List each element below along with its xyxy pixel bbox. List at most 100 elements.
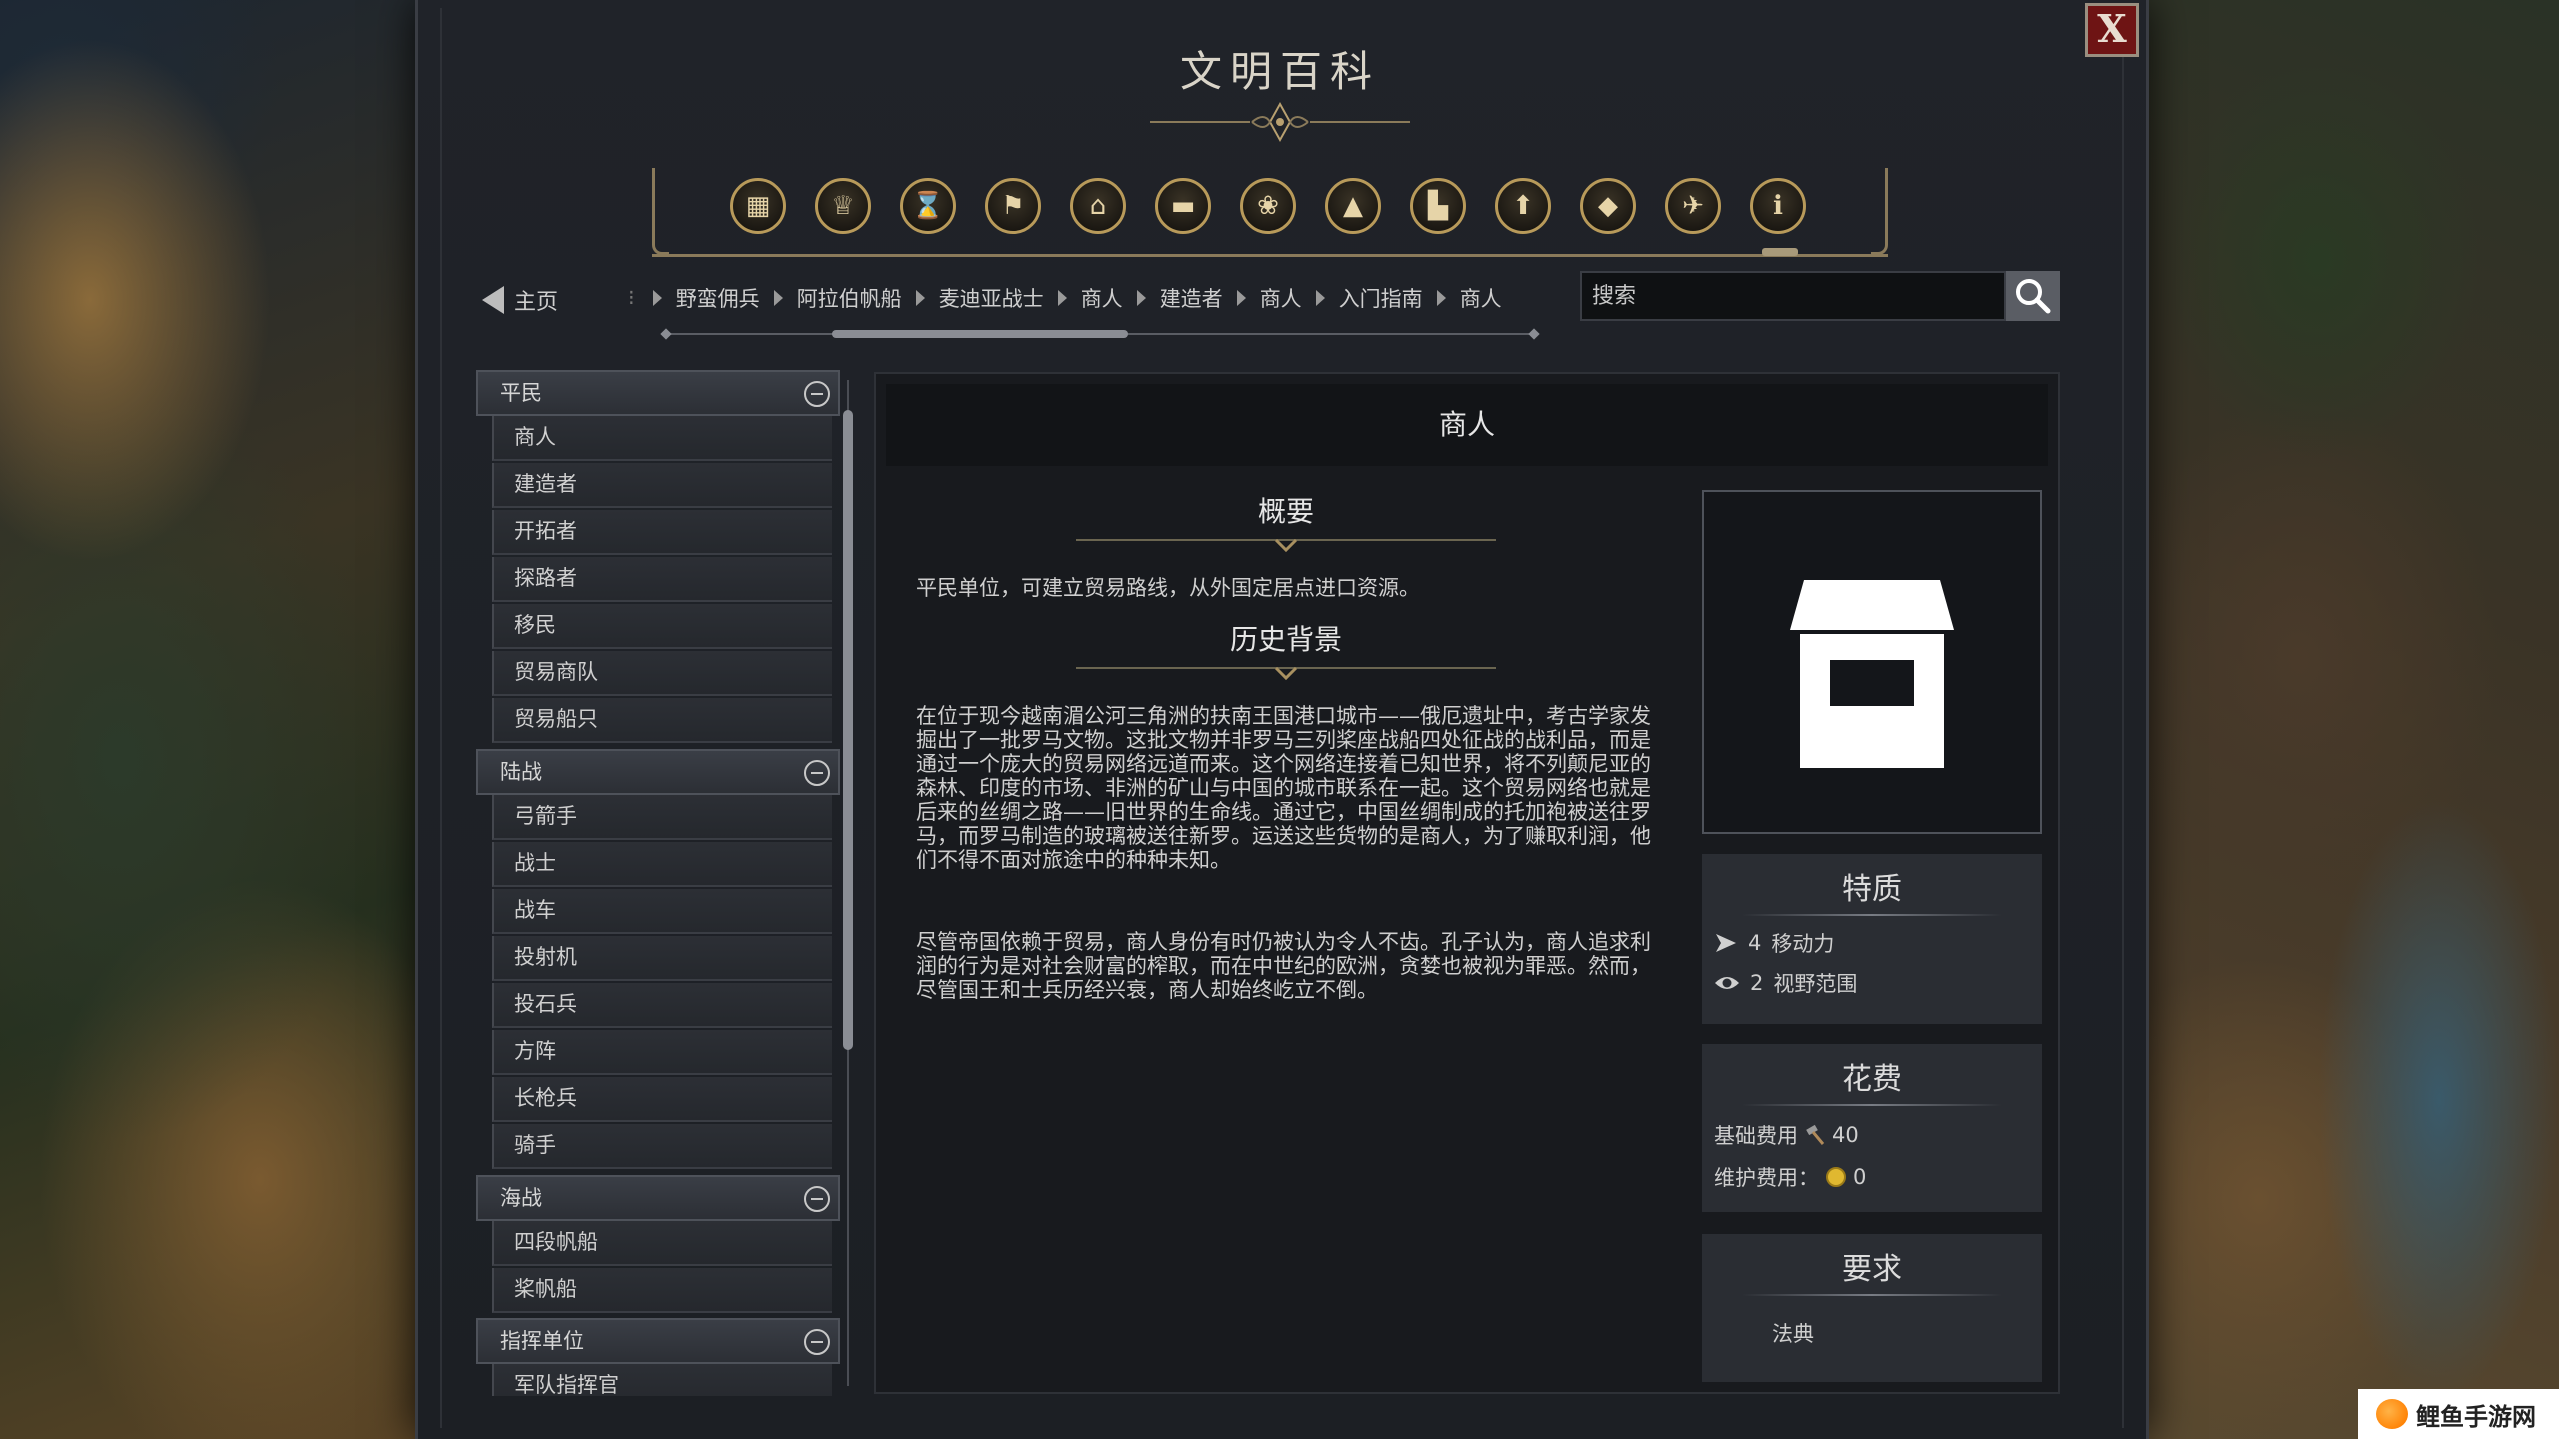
history-heading: 历史背景 — [1229, 623, 1342, 656]
category-bar-bracket-left — [652, 168, 669, 255]
traits-heading: 特质 — [1842, 872, 1902, 907]
sight-stat: 2 视野范围 — [1714, 968, 1857, 998]
unit-list-scrollbar[interactable] — [842, 370, 854, 1396]
collapse-icon[interactable] — [804, 1186, 830, 1212]
breadcrumb-scrollbar[interactable] — [660, 328, 1540, 340]
breadcrumb-item[interactable]: 建造者 — [1160, 283, 1223, 313]
unit-list: 平民 商人 建造者 开拓者 探路者 移民 贸易商队 贸易船只 陆战 弓箭手 战士… — [476, 370, 840, 1396]
cost-card: 花费 基础费用 40 维护费用： 0 — [1702, 1044, 2042, 1212]
list-item[interactable]: 军队指挥官 — [492, 1364, 832, 1396]
category-resource-icon[interactable]: ◆ — [1580, 178, 1636, 234]
category-upgrade-arrow-icon[interactable]: ⬆ — [1495, 178, 1551, 234]
unit-list-scrollbar-thumb[interactable] — [843, 410, 853, 1050]
article-panel: 商人 概要 平民单位，可建立贸易路线，从外国定居点进口资源。 历史背景 在位于现… — [874, 372, 2060, 1394]
group-header-land[interactable]: 陆战 — [476, 749, 840, 795]
breadcrumb-overflow-icon: ⁝ — [628, 286, 635, 310]
scroll-right-icon[interactable] — [1528, 328, 1540, 340]
unit-portrait — [1702, 490, 2042, 834]
requirements-heading: 要求 — [1842, 1252, 1902, 1287]
list-item[interactable]: 投射机 — [492, 936, 832, 981]
breadcrumb-item[interactable]: 商人 — [1081, 283, 1123, 313]
search-field — [1580, 271, 2006, 321]
breadcrumb-item[interactable]: 入门指南 — [1339, 283, 1423, 313]
list-item[interactable]: 弓箭手 — [492, 795, 832, 840]
category-temple-icon[interactable]: ⌂ — [1070, 178, 1126, 234]
list-item[interactable]: 四段帆船 — [492, 1221, 832, 1266]
category-bazaar-icon[interactable]: ❀ — [1240, 178, 1296, 234]
heading-ornament — [1076, 538, 1496, 553]
list-item[interactable]: 探路者 — [492, 557, 832, 602]
base-cost-label: 基础费用 — [1714, 1124, 1798, 1148]
breadcrumb-item[interactable]: 野蛮佣兵 — [676, 283, 760, 313]
category-hourglass-icon[interactable]: ⌛ — [900, 178, 956, 234]
requirement-item[interactable]: 法典 — [1772, 1318, 1814, 1348]
merchant-stall-icon — [1790, 580, 1954, 768]
breadcrumb: ⁝ 野蛮佣兵 阿拉伯帆船 麦迪亚战士 商人 建造者 商人 入门指南 商人 — [628, 280, 1502, 316]
category-info-icon[interactable]: ℹ — [1750, 178, 1806, 234]
category-grail-icon[interactable]: ♕ — [815, 178, 871, 234]
breadcrumb-item[interactable]: 阿拉伯帆船 — [797, 283, 902, 313]
watermark-text: 鲤鱼手游网 — [2416, 1402, 2536, 1431]
group-header-naval[interactable]: 海战 — [476, 1175, 840, 1221]
list-item[interactable]: 桨帆船 — [492, 1268, 832, 1313]
overview-text: 平民单位，可建立贸易路线，从外国定居点进口资源。 — [916, 576, 1420, 600]
maintenance-cost: 维护费用： 0 — [1714, 1162, 1866, 1192]
scroll-left-icon[interactable] — [660, 328, 672, 340]
list-item[interactable]: 贸易船只 — [492, 698, 832, 743]
breadcrumb-item[interactable]: 商人 — [1260, 283, 1302, 313]
category-flag-icon[interactable]: ⚑ — [985, 178, 1041, 234]
sight-value: 2 — [1750, 971, 1764, 995]
chevron-right-icon — [773, 290, 783, 306]
chevron-right-icon — [1136, 290, 1146, 306]
list-item[interactable]: 战士 — [492, 842, 832, 887]
cost-heading: 花费 — [1842, 1062, 1902, 1097]
list-item[interactable]: 建造者 — [492, 463, 832, 508]
title-ornament — [1150, 101, 1410, 143]
back-arrow-icon — [482, 286, 504, 314]
chevron-right-icon — [652, 290, 662, 306]
list-item[interactable]: 长枪兵 — [492, 1077, 832, 1122]
heading-ornament — [1076, 666, 1496, 681]
category-mountain-icon[interactable]: ▲ — [1325, 178, 1381, 234]
group-header-civilian[interactable]: 平民 — [476, 370, 840, 416]
search-input[interactable] — [1582, 273, 2004, 319]
category-book-icon[interactable]: ▬ — [1155, 178, 1211, 234]
list-item[interactable]: 贸易商队 — [492, 651, 832, 696]
group-label: 指挥单位 — [500, 1329, 584, 1353]
article-title-bar: 商人 — [886, 384, 2048, 466]
breadcrumb-scrollbar-thumb[interactable] — [832, 330, 1128, 338]
maintenance-label: 维护费用： — [1714, 1166, 1819, 1190]
base-cost-value: 40 — [1832, 1123, 1859, 1147]
category-box-icon[interactable]: ▦ — [730, 178, 786, 234]
hammer-icon — [1806, 1124, 1825, 1145]
list-item[interactable]: 投石兵 — [492, 983, 832, 1028]
list-item[interactable]: 开拓者 — [492, 510, 832, 555]
traits-card: 特质 4 移动力 2 视野范围 — [1702, 854, 2042, 1024]
close-button[interactable]: X — [2085, 3, 2139, 57]
home-label: 主页 — [514, 290, 559, 315]
search-button[interactable] — [2006, 271, 2060, 321]
list-item[interactable]: 商人 — [492, 416, 832, 461]
list-item[interactable]: 骑手 — [492, 1124, 832, 1169]
list-item[interactable]: 移民 — [492, 604, 832, 649]
page-title: 文明百科 — [1179, 47, 1380, 96]
list-item[interactable]: 战车 — [492, 889, 832, 934]
fish-logo-icon — [2376, 1399, 2408, 1429]
category-building-icon[interactable]: ▙ — [1410, 178, 1466, 234]
collapse-icon[interactable] — [804, 381, 830, 407]
group-header-commander[interactable]: 指挥单位 — [476, 1318, 840, 1364]
gold-coin-icon — [1826, 1167, 1846, 1187]
world-map-background-right — [2119, 0, 2559, 1439]
collapse-icon[interactable] — [804, 1329, 830, 1355]
home-link[interactable]: 主页 — [482, 282, 558, 318]
base-cost: 基础费用 40 — [1714, 1120, 1859, 1150]
history-paragraph: 在位于现今越南湄公河三角洲的扶南王国港口城市——俄厄遗址中，考古学家发掘出了一批… — [916, 704, 1651, 872]
breadcrumb-item[interactable]: 麦迪亚战士 — [939, 283, 1044, 313]
group-label: 海战 — [500, 1186, 542, 1210]
list-item[interactable]: 方阵 — [492, 1030, 832, 1075]
category-active-indicator — [1762, 248, 1798, 256]
category-dove-icon[interactable]: ✈ — [1665, 178, 1721, 234]
breadcrumb-item[interactable]: 商人 — [1460, 283, 1502, 313]
movement-stat: 4 移动力 — [1714, 928, 1834, 958]
collapse-icon[interactable] — [804, 760, 830, 786]
